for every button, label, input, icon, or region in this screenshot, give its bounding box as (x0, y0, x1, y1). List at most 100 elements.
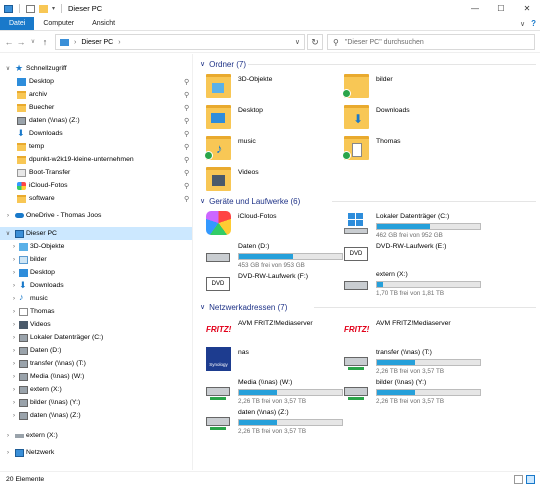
tiles-view-icon[interactable] (526, 475, 535, 484)
network-tile[interactable]: FRITZ! AVM FRITZ!Mediaserver (344, 318, 484, 346)
chevron-down-icon[interactable]: ▾ (52, 5, 55, 12)
chevron-down-icon[interactable]: ∨ (200, 60, 205, 68)
sidebar-item-bilder[interactable]: › bilder (0, 253, 192, 266)
address-bar[interactable]: › Dieser PC › ∨ (55, 34, 305, 50)
close-button[interactable]: ✕ (514, 0, 540, 17)
chevron-down-icon[interactable]: ∨ (200, 303, 205, 311)
chevron-right-icon[interactable]: › (10, 361, 18, 367)
pin-icon[interactable]: ⚲ (184, 169, 189, 177)
sidebar-item-buecher[interactable]: Buecher ⚲ (0, 101, 192, 114)
search-input[interactable]: ⚲ "Dieser PC" durchsuchen (327, 34, 535, 50)
folder-tile[interactable]: ⬇ Downloads (344, 105, 484, 133)
chevron-right-icon[interactable]: › (4, 433, 12, 439)
folder-tile[interactable]: bilder (342, 74, 484, 102)
up-icon[interactable]: ↑ (39, 37, 51, 47)
network-tile[interactable]: transfer (\\nas) (T:) 2,26 TB frei von 3… (344, 347, 489, 377)
sidebar-item-music[interactable]: › ♪ music (0, 292, 192, 305)
chevron-right-icon[interactable]: › (10, 413, 18, 419)
chevron-right-icon[interactable]: › (10, 348, 18, 354)
new-folder-icon[interactable] (39, 4, 48, 13)
chevron-right-icon[interactable]: › (10, 387, 18, 393)
forward-icon[interactable]: → (15, 37, 27, 47)
folder-tile[interactable]: 3D-Objekte (206, 74, 346, 102)
chevron-right-icon[interactable]: › (4, 450, 12, 456)
folder-tile[interactable]: Thomas (342, 136, 484, 164)
pin-icon[interactable]: ⚲ (184, 91, 189, 99)
chevron-down-icon[interactable]: ∨ (200, 197, 205, 205)
device-tile[interactable]: DVD DVD-RW-Laufwerk (F:) (206, 271, 346, 301)
pin-icon[interactable]: ⚲ (184, 195, 189, 203)
address-dropdown-icon[interactable]: ∨ (295, 38, 300, 46)
pin-icon[interactable]: ⚲ (184, 117, 189, 125)
sidebar-item-videos[interactable]: › Videos (0, 318, 192, 331)
tab-ansicht[interactable]: Ansicht (83, 17, 124, 30)
folder-tile[interactable]: ♪ music (204, 136, 346, 164)
details-view-icon[interactable] (514, 475, 523, 484)
sidebar-item-extern[interactable]: › extern (X:) (0, 429, 192, 442)
sidebar-item-dieser-pc[interactable]: ∨ Dieser PC (0, 227, 192, 240)
sidebar-item-thomas[interactable]: › Thomas (0, 305, 192, 318)
help-icon[interactable]: ? (531, 19, 536, 28)
device-tile[interactable]: DVD DVD-RW-Laufwerk (E:) (344, 241, 484, 271)
chevron-right-icon[interactable]: › (4, 213, 12, 219)
chevron-right-icon[interactable]: › (10, 374, 18, 380)
minimize-button[interactable]: — (462, 0, 488, 17)
folder-tile[interactable]: Videos (206, 167, 346, 195)
sidebar-item-downloads[interactable]: ⬇ Downloads ⚲ (0, 127, 192, 140)
properties-icon[interactable] (26, 4, 35, 13)
pin-icon[interactable]: ⚲ (184, 143, 189, 151)
group-header-folders[interactable]: ∨ Ordner (7) (200, 58, 246, 70)
tab-computer[interactable]: Computer (34, 17, 83, 30)
sidebar-item-schnellzugriff[interactable]: ∨ ★ Schnellzugriff (0, 62, 192, 75)
chevron-right-icon[interactable]: › (10, 322, 18, 328)
refresh-button[interactable]: ↻ (307, 34, 323, 50)
chevron-right-icon[interactable]: › (10, 296, 18, 302)
pin-icon[interactable]: ⚲ (184, 130, 189, 138)
sidebar-item-desktop-pc[interactable]: › Desktop (0, 266, 192, 279)
sidebar-item-software[interactable]: software ⚲ (0, 192, 192, 205)
sidebar-item-downloads-pc[interactable]: › ⬇ Downloads (0, 279, 192, 292)
sidebar-item-temp[interactable]: temp ⚲ (0, 140, 192, 153)
recent-locations-icon[interactable]: ∨ (27, 38, 39, 45)
sidebar-item-daten-d[interactable]: › Daten (D:) (0, 344, 192, 357)
device-tile[interactable]: Lokaler Datenträger (C:) 462 GB frei von… (344, 211, 489, 241)
pin-icon[interactable]: ⚲ (184, 182, 189, 190)
device-tile[interactable]: Daten (D:) 453 GB frei von 953 GB (206, 241, 351, 271)
sidebar-item-archiv[interactable]: archiv ⚲ (0, 88, 192, 101)
sidebar-item-transfer-t[interactable]: › transfer (\\nas) (T:) (0, 357, 192, 370)
chevron-right-icon[interactable]: › (10, 257, 18, 263)
breadcrumb-separator-icon[interactable]: › (74, 39, 76, 46)
chevron-right-icon[interactable]: › (10, 335, 18, 341)
pin-icon[interactable]: ⚲ (184, 104, 189, 112)
network-tile[interactable]: bilder (\\nas) (Y:) 2,26 TB frei von 3,5… (344, 377, 489, 407)
sidebar-item-daten-z-pc[interactable]: › daten (\\nas) (Z:) (0, 409, 192, 422)
back-icon[interactable]: ← (3, 37, 15, 47)
group-header-devices[interactable]: ∨ Geräte und Laufwerke (6) (200, 195, 300, 207)
sidebar-item-onedrive[interactable]: › OneDrive - Thomas Joos (0, 209, 192, 222)
sidebar-item-boot-transfer[interactable]: Boot-Transfer ⚲ (0, 166, 192, 179)
breadcrumb-separator-icon[interactable]: › (118, 39, 120, 46)
chevron-down-icon[interactable]: ∨ (4, 65, 12, 72)
pin-icon[interactable]: ⚲ (184, 156, 189, 164)
network-tile[interactable]: Media (\\nas) (W:) 2,26 TB frei von 3,57… (206, 377, 351, 407)
device-tile[interactable]: extern (X:) 1,70 TB frei von 1,81 TB (344, 269, 489, 299)
sidebar-item-lokaler-c[interactable]: › Lokaler Datenträger (C:) (0, 331, 192, 344)
sidebar-item-desktop[interactable]: Desktop ⚲ (0, 75, 192, 88)
chevron-right-icon[interactable]: › (10, 270, 18, 276)
sidebar-item-bilder-y[interactable]: › bilder (\\nas) (Y:) (0, 396, 192, 409)
folder-tile[interactable]: Desktop (206, 105, 346, 133)
sidebar-item-media-w[interactable]: › Media (\\nas) (W:) (0, 370, 192, 383)
sidebar-item-icloud-fotos[interactable]: iCloud-Fotos ⚲ (0, 179, 192, 192)
chevron-down-icon[interactable]: ∨ (4, 230, 12, 237)
sidebar-item-dpunkt[interactable]: dpunkt-w2k19-kleine-unternehmen ⚲ (0, 153, 192, 166)
pin-icon[interactable]: ⚲ (184, 78, 189, 86)
sidebar-item-extern-x[interactable]: › extern (X:) (0, 383, 192, 396)
chevron-right-icon[interactable]: › (10, 283, 18, 289)
maximize-button[interactable]: ☐ (488, 0, 514, 17)
breadcrumb-dieser-pc[interactable]: Dieser PC (81, 39, 113, 46)
device-tile[interactable]: iCloud-Fotos (206, 211, 346, 241)
network-tile[interactable]: FRITZ! AVM FRITZ!Mediaserver (206, 318, 346, 346)
sidebar-item-daten-z[interactable]: daten (\\nas) (Z:) ⚲ (0, 114, 192, 127)
expand-ribbon-icon[interactable]: ∨ (520, 20, 525, 28)
tab-datei[interactable]: Datei (0, 17, 35, 30)
